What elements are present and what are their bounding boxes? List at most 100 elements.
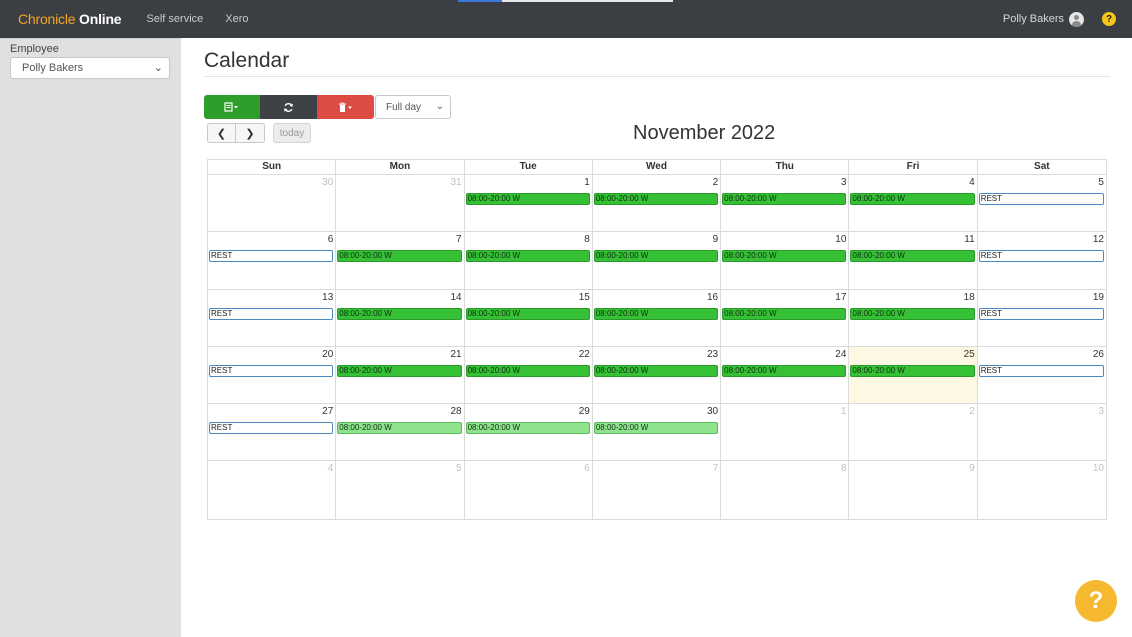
- day-number[interactable]: 28: [450, 406, 461, 417]
- calendar-day-cell[interactable]: 7: [593, 461, 722, 519]
- day-number[interactable]: 13: [322, 292, 333, 303]
- calendar-day-cell[interactable]: 12 REST: [978, 232, 1106, 288]
- calendar-day-cell[interactable]: 28 08:00-20:00 W: [336, 404, 465, 461]
- day-number[interactable]: 17: [835, 292, 846, 303]
- calendar-day-cell[interactable]: 29 08:00-20:00 W: [465, 404, 593, 461]
- shift-event[interactable]: 08:00-20:00 W: [722, 364, 847, 377]
- day-number[interactable]: 18: [964, 292, 975, 303]
- day-number[interactable]: 2: [713, 177, 719, 188]
- shift-event[interactable]: 08:00-20:00 W: [337, 250, 462, 263]
- calendar-day-cell[interactable]: 2 08:00-20:00 W: [593, 175, 722, 232]
- rest-event[interactable]: REST: [978, 193, 1104, 205]
- calendar-day-cell[interactable]: 6: [465, 461, 593, 519]
- next-month-button[interactable]: ❯: [236, 123, 265, 143]
- day-number[interactable]: 31: [450, 177, 461, 188]
- day-number[interactable]: 8: [841, 463, 847, 474]
- calendar-day-cell[interactable]: 19 REST: [978, 290, 1106, 346]
- shift-event[interactable]: 08:00-20:00 W: [337, 422, 462, 435]
- delete-menu-button[interactable]: [317, 95, 374, 119]
- calendar-day-cell[interactable]: 3: [978, 404, 1106, 460]
- day-number[interactable]: 6: [328, 234, 334, 245]
- day-number[interactable]: 3: [841, 177, 847, 188]
- shift-event[interactable]: 08:00-20:00 W: [850, 193, 975, 205]
- shift-event[interactable]: 08:00-20:00 W: [593, 307, 719, 320]
- calendar-day-cell[interactable]: 13 REST: [208, 289, 337, 346]
- shift-event[interactable]: 08:00-20:00 W: [593, 422, 719, 435]
- shift-event[interactable]: 08:00-20:00 W: [465, 422, 590, 435]
- calendar-day-cell[interactable]: 31: [336, 175, 465, 232]
- calendar-day-cell[interactable]: 4: [208, 461, 337, 519]
- shift-event[interactable]: 08:00-20:00 W: [465, 250, 590, 263]
- day-number[interactable]: 6: [584, 463, 590, 474]
- day-number[interactable]: 21: [450, 349, 461, 360]
- calendar-day-cell[interactable]: 5 REST: [978, 175, 1106, 231]
- day-number[interactable]: 10: [835, 234, 846, 245]
- shift-event[interactable]: 08:00-20:00 W: [850, 250, 975, 263]
- calendar-day-cell[interactable]: 23 08:00-20:00 W: [593, 346, 722, 404]
- brand-logo[interactable]: Chronicle Online: [18, 11, 122, 27]
- day-number[interactable]: 14: [450, 292, 461, 303]
- calendar-day-cell[interactable]: 17 08:00-20:00 W: [721, 289, 850, 346]
- day-number[interactable]: 24: [835, 349, 846, 360]
- day-number[interactable]: 25: [964, 349, 975, 360]
- view-select[interactable]: Full day ⌄: [375, 95, 451, 119]
- calendar-day-cell[interactable]: 1 08:00-20:00 W: [465, 175, 593, 232]
- nav-xero[interactable]: Xero: [225, 13, 248, 25]
- day-number[interactable]: 30: [707, 406, 718, 417]
- rest-event[interactable]: REST: [978, 250, 1104, 263]
- calendar-day-cell[interactable]: 27 REST: [208, 404, 337, 461]
- shift-event[interactable]: 08:00-20:00 W: [722, 307, 847, 320]
- calendar-day-cell[interactable]: 3 08:00-20:00 W: [721, 175, 850, 232]
- day-number[interactable]: 7: [713, 463, 719, 474]
- calendar-day-cell[interactable]: 1: [721, 404, 850, 461]
- day-number[interactable]: 30: [322, 177, 333, 188]
- day-number[interactable]: 7: [456, 234, 462, 245]
- shift-event[interactable]: 08:00-20:00 W: [465, 364, 590, 377]
- calendar-day-cell[interactable]: 21 08:00-20:00 W: [336, 346, 465, 404]
- day-number[interactable]: 26: [1093, 349, 1104, 360]
- calendar-day-cell[interactable]: 30: [208, 175, 337, 232]
- nav-self-service[interactable]: Self service: [146, 13, 203, 25]
- shift-event[interactable]: 08:00-20:00 W: [593, 193, 719, 205]
- calendar-day-cell[interactable]: 20 REST: [208, 346, 337, 404]
- calendar-day-cell[interactable]: 6 REST: [208, 232, 337, 289]
- add-menu-button[interactable]: [204, 95, 260, 119]
- day-number[interactable]: 1: [841, 406, 847, 417]
- shift-event[interactable]: 08:00-20:00 W: [337, 307, 462, 320]
- shift-event[interactable]: 08:00-20:00 W: [722, 193, 847, 205]
- day-number[interactable]: 3: [1098, 406, 1104, 417]
- rest-event[interactable]: REST: [978, 307, 1104, 320]
- day-number[interactable]: 11: [964, 234, 974, 245]
- day-number[interactable]: 4: [328, 463, 334, 474]
- calendar-day-cell[interactable]: 5: [336, 461, 465, 519]
- employee-select[interactable]: Polly Bakers ⌄: [10, 57, 170, 79]
- day-number[interactable]: 1: [584, 177, 590, 188]
- calendar-day-cell[interactable]: 7 08:00-20:00 W: [336, 232, 465, 289]
- rest-event[interactable]: REST: [209, 307, 334, 320]
- today-button[interactable]: today: [273, 123, 311, 143]
- calendar-day-cell[interactable]: 14 08:00-20:00 W: [336, 289, 465, 346]
- shift-event[interactable]: 08:00-20:00 W: [593, 364, 719, 377]
- shift-event[interactable]: 08:00-20:00 W: [593, 250, 719, 263]
- calendar-day-cell[interactable]: 16 08:00-20:00 W: [593, 289, 722, 346]
- day-number[interactable]: 27: [322, 406, 333, 417]
- calendar-day-cell[interactable]: 4 08:00-20:00 W: [849, 175, 978, 232]
- day-number[interactable]: 15: [579, 292, 590, 303]
- day-number[interactable]: 29: [579, 406, 590, 417]
- day-number[interactable]: 9: [713, 234, 719, 245]
- calendar-day-cell[interactable]: 24 08:00-20:00 W: [721, 346, 850, 404]
- day-number[interactable]: 9: [969, 463, 975, 474]
- user-name[interactable]: Polly Bakers: [1003, 13, 1064, 25]
- shift-event[interactable]: 08:00-20:00 W: [465, 193, 590, 205]
- day-number[interactable]: 8: [584, 234, 590, 245]
- rest-event[interactable]: REST: [209, 422, 334, 435]
- day-number[interactable]: 12: [1093, 234, 1104, 245]
- calendar-day-cell[interactable]: 9 08:00-20:00 W: [593, 232, 722, 289]
- help-button[interactable]: ?: [1075, 580, 1117, 622]
- day-number[interactable]: 10: [1093, 463, 1104, 474]
- day-number[interactable]: 4: [969, 177, 975, 188]
- calendar-day-cell[interactable]: 22 08:00-20:00 W: [465, 346, 593, 404]
- shift-event[interactable]: 08:00-20:00 W: [850, 307, 975, 320]
- shift-event[interactable]: 08:00-20:00 W: [337, 364, 462, 377]
- calendar-day-cell[interactable]: 8: [721, 461, 850, 519]
